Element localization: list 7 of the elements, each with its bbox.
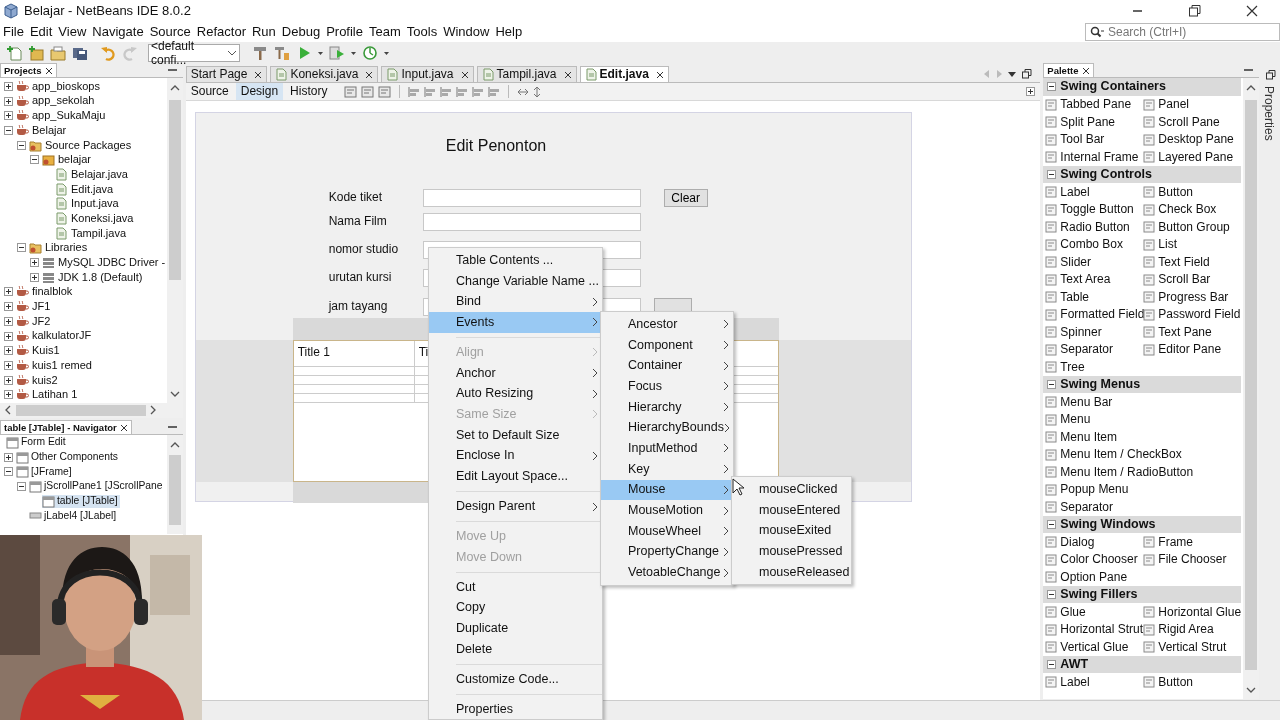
- window-title: Belajar - NetBeans IDE 8.0.2: [24, 3, 191, 19]
- field-label: Kode tiket: [328, 190, 383, 205]
- field-label: urutan kursi: [328, 270, 392, 285]
- field-label: jam tayang: [328, 299, 388, 314]
- form-title: Edit Penonton: [445, 136, 547, 156]
- field-label: nomor studio: [328, 242, 399, 257]
- field-label: Nama Film: [328, 214, 387, 229]
